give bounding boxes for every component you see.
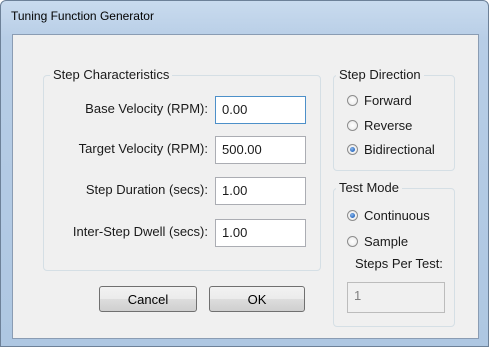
bidirectional-radio-circle[interactable] (347, 143, 358, 155)
steps-per-test-input[interactable]: 1 (347, 282, 445, 313)
forward-radio-circle[interactable] (347, 94, 358, 106)
forward-radio-label: Forward (364, 92, 412, 108)
reverse-radio[interactable]: Reverse (347, 116, 412, 134)
continuous-radio[interactable]: Continuous (347, 206, 430, 224)
test-mode-legend: Test Mode (336, 180, 402, 195)
target-velocity-label: Target Velocity (RPM): (78, 141, 208, 156)
reverse-radio-circle[interactable] (347, 119, 358, 131)
steps-per-test-label: Steps Per Test: (355, 256, 443, 271)
step-duration-input[interactable]: 1.00 (215, 177, 306, 205)
step-direction-legend: Step Direction (336, 67, 424, 82)
window-title: Tuning Function Generator (11, 9, 154, 23)
ok-button[interactable]: OK (209, 286, 305, 312)
bidirectional-radio-label: Bidirectional (364, 141, 435, 157)
base-velocity-input[interactable]: 0.00 (215, 96, 306, 124)
dialog-client-area: Step Characteristics Base Velocity (RPM)… (12, 34, 479, 339)
sample-radio-circle[interactable] (347, 235, 358, 247)
reverse-radio-label: Reverse (364, 117, 413, 133)
continuous-radio-circle[interactable] (347, 209, 358, 221)
forward-radio[interactable]: Forward (347, 91, 412, 109)
sample-radio-label: Sample (364, 233, 409, 249)
step-characteristics-legend: Step Characteristics (50, 67, 173, 82)
dialog-window: Tuning Function Generator Step Character… (0, 0, 489, 347)
cancel-button[interactable]: Cancel (99, 286, 197, 312)
inter-step-dwell-input[interactable]: 1.00 (215, 219, 306, 247)
continuous-radio-label: Continuous (364, 207, 430, 223)
sample-radio[interactable]: Sample (347, 232, 408, 250)
bidirectional-radio[interactable]: Bidirectional (347, 140, 435, 158)
title-bar[interactable]: Tuning Function Generator (1, 1, 488, 33)
step-duration-label: Step Duration (secs): (85, 182, 208, 197)
base-velocity-label: Base Velocity (RPM): (85, 101, 208, 116)
inter-step-dwell-label: Inter-Step Dwell (secs): (72, 224, 208, 239)
target-velocity-input[interactable]: 500.00 (215, 136, 306, 164)
